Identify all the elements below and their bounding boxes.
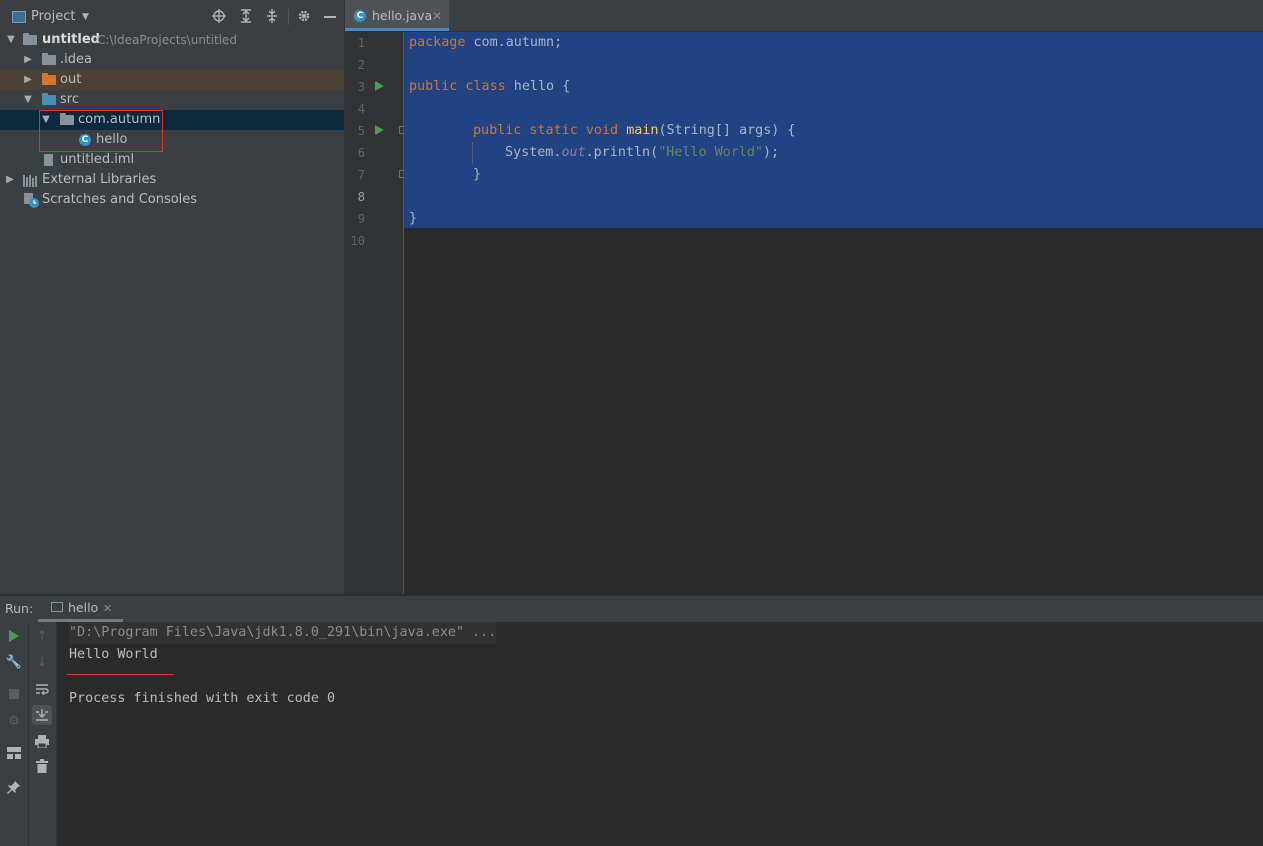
debug-icon[interactable]: ⚙ bbox=[4, 711, 24, 731]
source-folder-icon bbox=[42, 93, 56, 105]
divider bbox=[288, 9, 289, 25]
tab-label: hello.java bbox=[372, 8, 433, 23]
wrench-icon[interactable]: 🔧 bbox=[4, 652, 24, 672]
project-view-icon bbox=[12, 11, 26, 23]
run-class-gutter-icon[interactable] bbox=[375, 81, 384, 91]
run-panel-header: Run: hello ✕ bbox=[0, 595, 1263, 623]
tree-item-scratches[interactable]: Scratches and Consoles bbox=[0, 190, 344, 210]
line-number: 9 bbox=[357, 212, 365, 226]
console-icon bbox=[51, 602, 63, 612]
line-number: 3 bbox=[357, 80, 365, 94]
java-class-icon: C bbox=[354, 10, 366, 22]
code-line-1: package com.autumn; bbox=[409, 35, 563, 50]
console-output-line: Hello World bbox=[69, 647, 158, 662]
rerun-icon[interactable] bbox=[4, 626, 24, 646]
code-line-9: } bbox=[409, 211, 418, 226]
line-number: 1 bbox=[357, 36, 365, 50]
excluded-folder-icon bbox=[42, 73, 56, 85]
collapse-all-icon[interactable] bbox=[265, 9, 279, 23]
locate-icon[interactable] bbox=[212, 9, 226, 23]
line-number: 4 bbox=[357, 102, 365, 116]
tree-label-root-path: C:\IdeaProjects\untitled bbox=[97, 33, 237, 47]
code-editor[interactable]: package com.autumn; public class hello {… bbox=[404, 32, 1263, 594]
module-folder-icon bbox=[23, 33, 37, 45]
minimize-icon[interactable] bbox=[324, 16, 336, 18]
tree-label-root: untitled bbox=[42, 32, 100, 47]
project-view-selector[interactable]: Project bbox=[31, 8, 75, 26]
folder-icon bbox=[42, 53, 56, 65]
code-line-3: public class hello { bbox=[409, 79, 571, 94]
console-command-line: "D:\Program Files\Java\jdk1.8.0_291\bin\… bbox=[69, 622, 497, 644]
editor-tab-bar: C hello.java ✕ bbox=[345, 0, 1263, 32]
tree-item-idea[interactable]: ▶ .idea bbox=[0, 50, 344, 70]
file-icon bbox=[44, 154, 53, 166]
code-line-7: } bbox=[473, 167, 482, 182]
run-tab-label: hello bbox=[68, 600, 99, 615]
line-number: 10 bbox=[350, 234, 365, 248]
indent-guide bbox=[472, 142, 473, 164]
tree-label-scratches: Scratches and Consoles bbox=[42, 192, 198, 207]
tree-label-iml: untitled.iml bbox=[60, 152, 135, 167]
line-number: 5 bbox=[357, 124, 365, 138]
line-number: 6 bbox=[357, 146, 365, 160]
gear-icon[interactable] bbox=[297, 9, 311, 23]
stop-icon[interactable] bbox=[4, 684, 24, 704]
close-icon[interactable]: ✕ bbox=[103, 600, 112, 618]
run-label: Run: bbox=[5, 601, 34, 616]
console-output[interactable]: "D:\Program Files\Java\jdk1.8.0_291\bin\… bbox=[57, 622, 1263, 846]
line-number: 2 bbox=[357, 58, 365, 72]
arrow-down-icon[interactable]: ↓ bbox=[32, 652, 52, 672]
tree-label-external-libraries: External Libraries bbox=[42, 172, 157, 187]
run-toolbar-primary: 🔧 ⚙ bbox=[0, 622, 29, 846]
run-main-gutter-icon[interactable] bbox=[375, 125, 384, 135]
console-exit-line: Process finished with exit code 0 bbox=[69, 691, 336, 706]
tree-label-out: out bbox=[60, 72, 82, 87]
editor-gutter: 1 2 3 4 5 6 7 8 9 10 bbox=[345, 32, 406, 594]
print-icon[interactable] bbox=[32, 731, 52, 751]
tree-item-external-libraries[interactable]: ▶ External Libraries bbox=[0, 170, 344, 190]
chevron-down-icon[interactable]: ▼ bbox=[82, 8, 89, 26]
expand-all-icon[interactable] bbox=[239, 9, 253, 23]
red-underline bbox=[67, 674, 174, 675]
scroll-to-end-icon[interactable] bbox=[32, 705, 52, 725]
tree-item-src[interactable]: ▼ src bbox=[0, 90, 344, 110]
tree-label-src: src bbox=[60, 92, 79, 107]
chevron-right-icon[interactable]: ▶ bbox=[22, 50, 34, 70]
chevron-down-icon[interactable]: ▼ bbox=[5, 30, 17, 50]
layout-icon[interactable] bbox=[4, 743, 24, 763]
project-panel: Project ▼ ▼ untitled C:\IdeaProjects\unt… bbox=[0, 0, 345, 594]
run-toolbar-secondary: ↑ ↓ bbox=[29, 622, 57, 846]
code-line-6: System.out.println("Hello World"); bbox=[505, 145, 780, 160]
chevron-right-icon[interactable]: ▶ bbox=[4, 170, 16, 190]
code-line-5: public static void main(String[] args) { bbox=[473, 123, 796, 138]
arrow-up-icon[interactable]: ↑ bbox=[32, 626, 52, 646]
tab-hello-java[interactable]: C hello.java ✕ bbox=[345, 0, 449, 31]
chevron-down-icon[interactable]: ▼ bbox=[22, 90, 34, 110]
scratches-icon bbox=[24, 193, 40, 209]
chevron-right-icon[interactable]: ▶ bbox=[22, 70, 34, 90]
line-number: 7 bbox=[357, 168, 365, 182]
trash-icon[interactable] bbox=[32, 756, 52, 776]
library-icon bbox=[23, 174, 37, 187]
pin-icon[interactable] bbox=[4, 777, 24, 797]
tree-label-idea: .idea bbox=[60, 52, 92, 67]
line-number: 8 bbox=[357, 190, 365, 204]
tree-item-out[interactable]: ▶ out bbox=[0, 70, 344, 90]
project-header: Project ▼ bbox=[0, 0, 344, 33]
highlight-box bbox=[39, 110, 163, 152]
tree-item-iml[interactable]: untitled.iml bbox=[0, 150, 344, 170]
soft-wrap-icon[interactable] bbox=[32, 679, 52, 699]
tree-item-untitled[interactable]: ▼ untitled C:\IdeaProjects\untitled bbox=[0, 30, 344, 50]
run-tab-hello[interactable]: hello ✕ bbox=[38, 596, 123, 622]
close-icon[interactable]: ✕ bbox=[432, 7, 442, 25]
